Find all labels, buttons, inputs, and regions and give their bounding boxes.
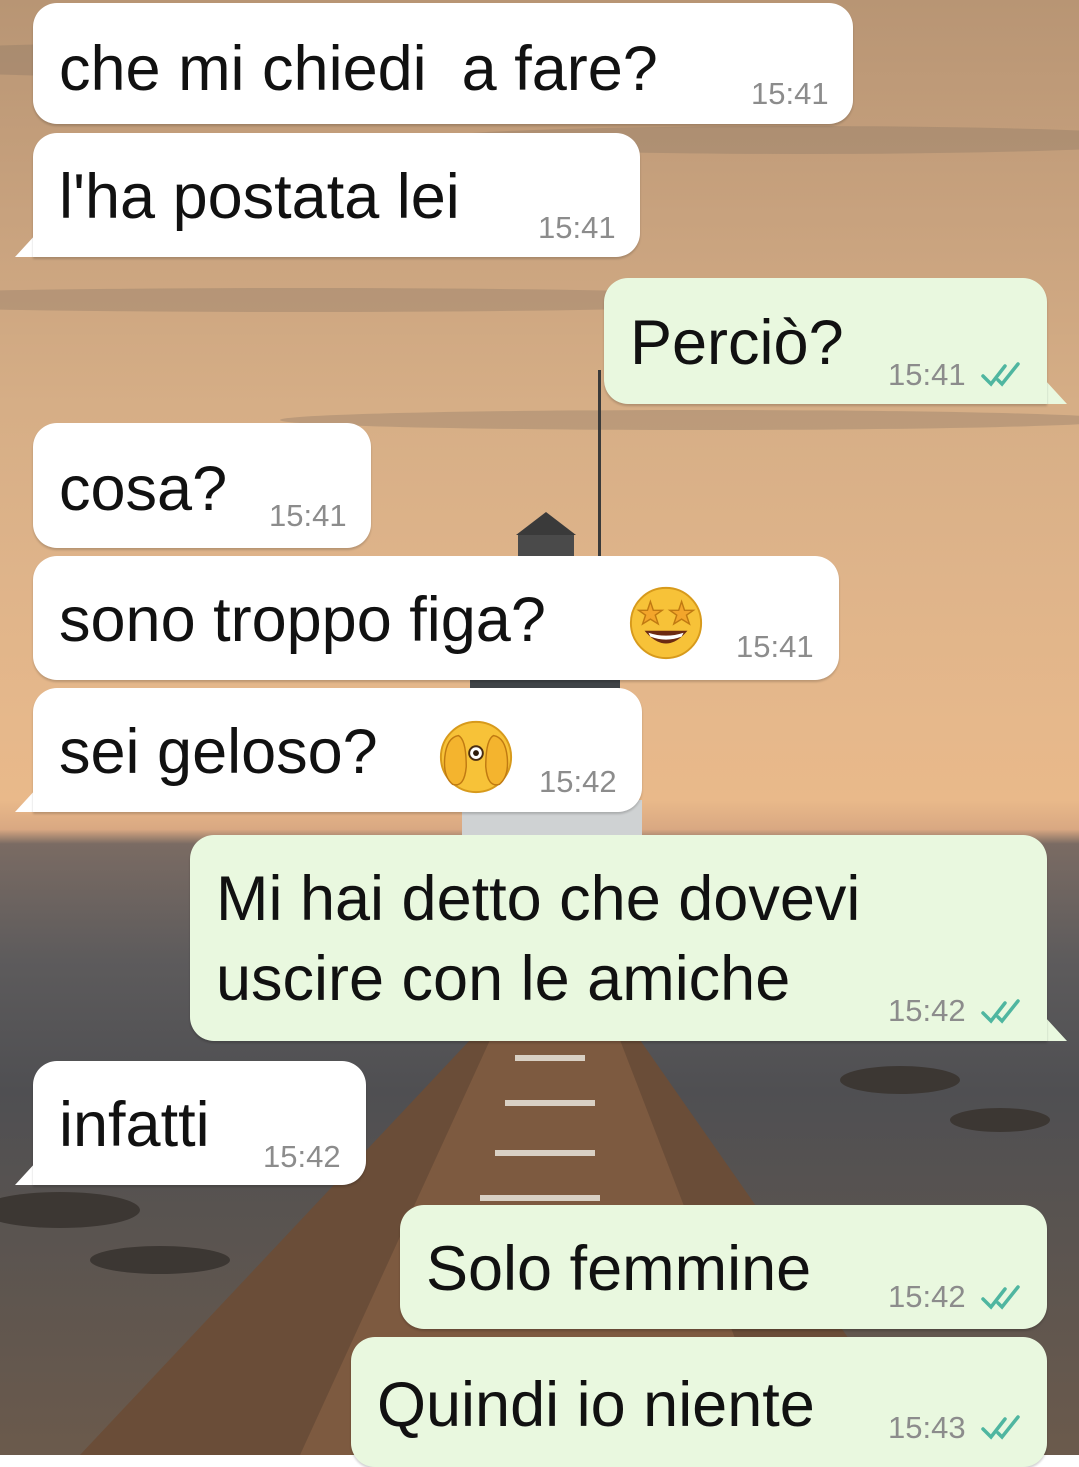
message-text: sei geloso? [59, 717, 378, 787]
message-text: che mi chiedi a fare? [59, 34, 658, 104]
message-text: l'ha postata lei [59, 162, 460, 232]
message-bubble-outgoing[interactable]: Mi hai detto che dovevi uscire con le am… [190, 835, 1047, 1041]
read-receipt-double-check-icon [981, 362, 1020, 387]
message-timestamp: 15:41 [538, 210, 616, 245]
message-bubble-incoming[interactable]: sei geloso? 15:42 [33, 688, 642, 812]
message-text: infatti [59, 1090, 210, 1160]
message-timestamp: 15:41 [888, 357, 966, 392]
message-text: cosa? [59, 454, 228, 524]
read-receipt-double-check-icon [981, 1285, 1020, 1310]
message-bubble-incoming[interactable]: che mi chiedi a fare? 15:41 [33, 3, 853, 124]
message-timestamp: 15:41 [736, 629, 814, 664]
message-text: Solo femmine [426, 1234, 812, 1304]
read-receipt-double-check-icon [981, 999, 1020, 1024]
message-bubble-incoming[interactable]: cosa? 15:41 [33, 423, 371, 548]
star-struck-emoji-icon [629, 586, 703, 660]
read-receipt-double-check-icon [981, 1415, 1020, 1440]
message-text: Perciò? [630, 308, 844, 378]
message-timestamp: 15:41 [751, 76, 829, 111]
bubble-tail [1045, 380, 1067, 404]
face-with-hands-over-eyes-emoji-icon [439, 720, 513, 794]
message-bubble-outgoing[interactable]: Perciò? 15:41 [604, 278, 1047, 404]
message-bubble-incoming[interactable]: l'ha postata lei 15:41 [33, 133, 640, 257]
message-bubble-incoming[interactable]: infatti 15:42 [33, 1061, 366, 1185]
message-bubble-outgoing[interactable]: Quindi io niente 15:43 [351, 1337, 1047, 1467]
message-timestamp: 15:42 [539, 764, 617, 799]
message-timestamp: 15:43 [888, 1410, 966, 1445]
message-text: sono troppo figa? [59, 585, 546, 655]
message-timestamp: 15:41 [269, 498, 347, 533]
message-text: Mi hai detto che dovevi uscire con le am… [216, 864, 861, 1014]
message-bubble-incoming[interactable]: sono troppo figa? 15:41 [33, 556, 839, 680]
message-bubble-outgoing[interactable]: Solo femmine 15:42 [400, 1205, 1047, 1329]
message-timestamp: 15:42 [888, 1279, 966, 1314]
message-timestamp: 15:42 [263, 1139, 341, 1174]
message-text: Quindi io niente [377, 1370, 815, 1440]
message-timestamp: 15:42 [888, 993, 966, 1028]
bubble-tail [1045, 1017, 1067, 1041]
